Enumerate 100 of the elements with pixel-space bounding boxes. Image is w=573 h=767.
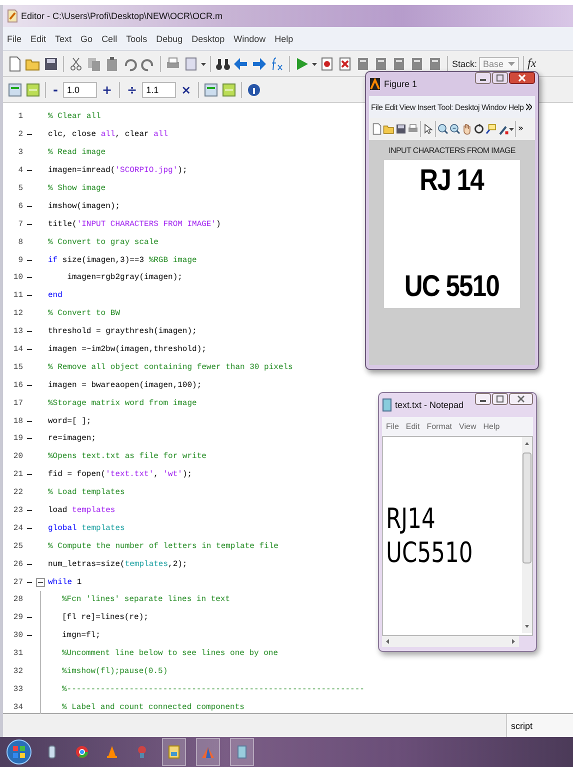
menu-item[interactable]: Help [483,422,500,431]
collapse-icon[interactable] [36,578,45,587]
code-line: end [48,291,62,300]
figure-icon [369,77,381,91]
cell-icon[interactable] [7,82,23,98]
menu-item[interactable]: Text [55,34,72,44]
menu-item[interactable]: File [371,102,383,112]
menu-item[interactable]: Cell [102,34,118,44]
step-icon[interactable] [355,56,371,72]
document-icon[interactable] [183,56,199,72]
scissors-icon[interactable] [68,56,84,72]
browser-icon[interactable] [74,744,90,760]
start-button[interactable] [6,739,32,765]
cell-eval-icon[interactable] [221,82,238,98]
line-number: 7 [17,220,23,229]
menu-item[interactable]: Insert [417,102,436,112]
multiply-button[interactable]: × [178,82,194,96]
image-text: RJ 14 [420,164,484,198]
brush-icon[interactable] [497,123,509,135]
close-icon[interactable] [509,72,535,84]
decrement-field[interactable]: 1.0 [62,82,97,98]
step-icon[interactable] [427,56,443,72]
code-line: %Storage matrix word from image [48,398,197,408]
more-tools-button[interactable]: » [518,124,524,134]
line-number: 20 [12,452,23,462]
menu-item[interactable]: Desktop [192,34,225,44]
scrollbar[interactable] [382,636,519,647]
forward-arrow-icon[interactable] [251,56,267,72]
menu-item[interactable]: Edit [30,34,46,44]
clear-breakpoint-icon[interactable] [337,56,353,72]
pointer-icon[interactable] [422,123,434,135]
maximize-icon[interactable] [492,72,508,84]
plus-button[interactable]: + [98,82,116,96]
back-arrow-icon[interactable] [233,56,249,72]
increment-field[interactable]: 1.1 [142,82,176,98]
cell-icon[interactable] [203,82,220,98]
menu-item[interactable]: Windov [482,102,506,112]
zoom-in-icon[interactable] [437,123,449,135]
folder-icon[interactable] [166,744,182,760]
menu-item[interactable]: Edit [406,422,420,431]
step-icon[interactable] [391,56,407,72]
code-line: % Load templates [48,488,125,498]
divide-button[interactable]: ÷ [124,82,140,96]
function-icon[interactable] [269,56,285,72]
line-number: 34 [12,702,23,712]
line-number: 3 [17,148,23,158]
zoom-out-icon[interactable] [449,123,461,135]
step-icon[interactable] [409,56,425,72]
menu-item[interactable]: View [399,102,416,112]
new-file-icon[interactable] [7,56,23,72]
minus-button[interactable]: - [50,82,61,96]
paste-icon[interactable] [104,56,120,72]
minimize-icon[interactable] [475,393,491,405]
menu-item[interactable]: Help [508,102,524,112]
menu-item[interactable]: View [459,422,476,431]
breakpoint-icon[interactable] [319,56,335,72]
menu-item[interactable]: Go [80,34,93,44]
code-line: % Clear all [48,112,101,122]
save-icon[interactable] [395,123,407,135]
step-icon[interactable] [373,56,389,72]
menu-item[interactable]: Debug [156,34,183,44]
line-number: 16 [12,380,23,390]
line-number: 2 [17,130,23,140]
hand-icon[interactable] [461,123,473,135]
line-number: 19 [12,434,23,444]
code-line: title('INPUT CHARACTERS FROM IMAGE') [48,220,221,229]
minimize-icon[interactable] [475,72,491,84]
menu-item[interactable]: Format [426,422,452,431]
scrollbar[interactable] [522,437,532,633]
menu-item[interactable]: Edit [384,102,398,112]
new-file-icon[interactable] [371,123,383,135]
text-line: RJ14 [386,502,436,536]
line-number: 5 [17,184,23,193]
cone-icon[interactable] [104,744,120,760]
menu-item[interactable]: File [386,422,399,431]
close-icon[interactable] [509,393,533,405]
menu-item[interactable]: Tools [126,34,148,44]
save-icon[interactable] [43,56,59,72]
rotate-icon[interactable] [473,123,485,135]
text-line: UC5510 [386,536,474,570]
cell-eval-icon[interactable] [25,82,41,98]
menu-item[interactable]: Help [274,34,294,44]
chevron-icon[interactable] [526,103,532,111]
menu-item[interactable]: Desktoj [454,102,480,112]
line-number: 28 [12,595,23,604]
code-line: imagen = bwareaopen(imagen,100); [48,380,202,390]
code-line: [fl re]=lines(re); [61,613,148,622]
menu-item[interactable]: File [7,34,22,44]
folder-icon[interactable] [383,123,395,135]
code-line: imshow(imagen); [48,202,120,211]
data-cursor-icon[interactable] [485,123,497,135]
axes-title: INPUT CHARACTERS FROM IMAGE [388,146,516,155]
menu-item[interactable]: Tool: [438,102,453,112]
menu-item[interactable]: Window [234,34,266,44]
code-line: %Fcn 'lines' separate lines in text [61,595,230,604]
info-icon[interactable] [246,82,262,98]
maximize-icon[interactable] [492,393,508,405]
fx-button[interactable]: fx [528,56,536,71]
window-title: Figure 1 [384,79,418,89]
code-line: re=imagen; [48,434,96,444]
